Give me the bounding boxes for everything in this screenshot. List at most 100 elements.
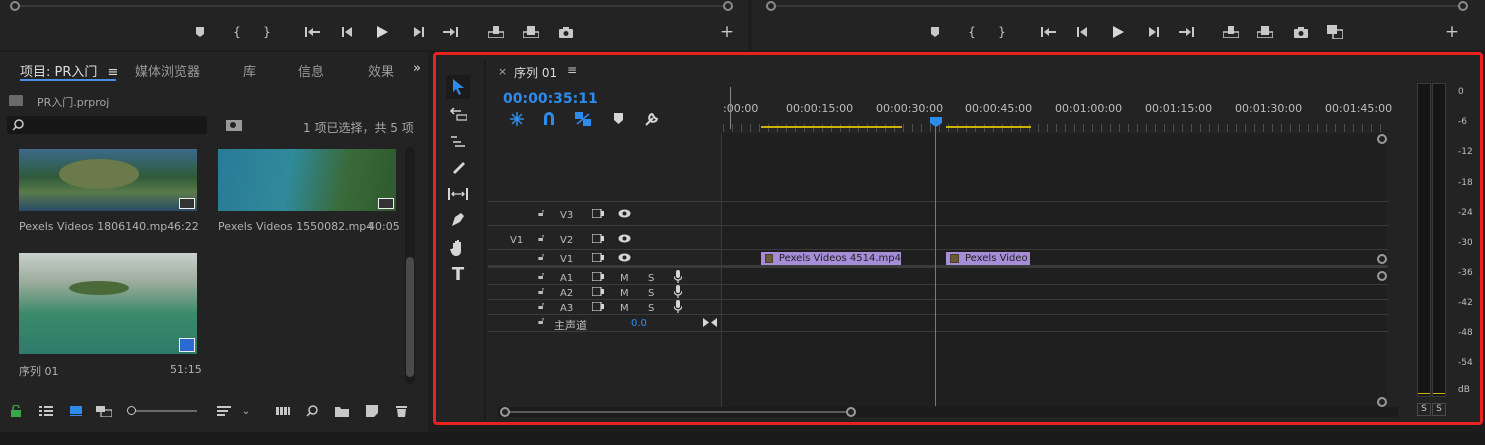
track-lock-icon[interactable]: 🔓︎	[538, 286, 544, 297]
meter-solo-left-button[interactable]: S	[1417, 403, 1431, 416]
track-lock-icon[interactable]: 🔓︎	[538, 271, 544, 282]
track-lock-icon[interactable]: 🔓︎	[538, 208, 544, 219]
sync-lock-icon[interactable]	[591, 286, 604, 299]
video-scroll-bottom-handle[interactable]	[1377, 254, 1387, 264]
toggle-output-eye-icon[interactable]	[618, 209, 631, 221]
toggle-output-eye-icon[interactable]	[618, 253, 631, 265]
find-icon[interactable]	[304, 404, 320, 418]
sync-lock-icon[interactable]	[591, 252, 604, 265]
step-back-icon[interactable]	[338, 22, 358, 42]
chevron-down-icon[interactable]: ⌄	[238, 404, 254, 418]
play-icon[interactable]	[1108, 22, 1128, 42]
add-marker-icon[interactable]	[190, 22, 210, 42]
toggle-output-eye-icon[interactable]	[618, 234, 631, 246]
play-icon[interactable]	[372, 22, 392, 42]
sync-lock-icon[interactable]	[591, 301, 604, 314]
track-area[interactable]	[722, 133, 1387, 407]
camera-icon[interactable]	[1291, 22, 1311, 42]
type-tool-icon[interactable]: T	[446, 262, 470, 286]
solo-button[interactable]: S	[648, 273, 654, 284]
mark-out-icon[interactable]: }	[257, 22, 277, 42]
selection-tool-icon[interactable]	[446, 75, 470, 99]
pen-tool-icon[interactable]	[446, 208, 470, 232]
panel-menu-icon[interactable]: ≡	[108, 65, 119, 80]
comparison-view-icon[interactable]	[1325, 22, 1345, 42]
trash-icon[interactable]	[393, 404, 409, 418]
scrollbar-thumb[interactable]	[504, 411, 854, 413]
new-item-icon[interactable]	[364, 404, 380, 418]
go-to-out-icon[interactable]	[441, 22, 461, 42]
add-marker-icon[interactable]	[614, 113, 623, 127]
timeline-settings-wrench-icon[interactable]	[645, 112, 659, 129]
source-scrub-start-handle[interactable]	[10, 1, 20, 11]
track-name[interactable]: A1	[560, 273, 573, 284]
go-to-next-edit-icon[interactable]	[703, 318, 717, 330]
zoom-scroll-left-handle[interactable]	[500, 407, 510, 417]
tab-effects[interactable]: 效果	[368, 61, 394, 80]
mute-button[interactable]: M	[620, 303, 629, 314]
add-marker-icon[interactable]	[925, 22, 945, 42]
playhead-line[interactable]	[935, 125, 936, 406]
automate-to-sequence-icon[interactable]	[275, 404, 291, 418]
source-patch-label[interactable]: V1	[510, 235, 523, 246]
meter-solo-right-button[interactable]: S	[1432, 403, 1446, 416]
go-to-in-icon[interactable]	[303, 22, 323, 42]
program-scrub-start-handle[interactable]	[766, 1, 776, 11]
tab-libraries[interactable]: 库	[243, 61, 256, 80]
tab-overflow-icon[interactable]: »	[413, 61, 421, 76]
program-scrub-end-handle[interactable]	[1458, 1, 1468, 11]
sync-lock-icon[interactable]	[591, 271, 604, 284]
track-lock-icon[interactable]: 🔓︎	[538, 233, 544, 244]
step-forward-icon[interactable]	[408, 22, 428, 42]
track-name[interactable]: A3	[560, 303, 573, 314]
add-button-icon[interactable]: +	[1442, 22, 1462, 42]
tab-media-browser[interactable]: 媒体浏览器	[135, 61, 200, 80]
audio-scroll-top-handle[interactable]	[1377, 271, 1387, 281]
track-lock-icon[interactable]: 🔓︎	[538, 316, 544, 327]
source-scrub-end-handle[interactable]	[723, 1, 733, 11]
master-volume-value[interactable]: 0.0	[631, 318, 647, 329]
slip-tool-icon[interactable]	[446, 182, 470, 206]
add-button-icon[interactable]: +	[717, 22, 737, 42]
linked-selection-icon[interactable]	[575, 112, 591, 129]
clip-thumbnail-1806140[interactable]	[19, 149, 197, 211]
hand-tool-icon[interactable]	[446, 235, 470, 259]
extract-icon[interactable]	[1255, 22, 1275, 42]
voice-over-mic-icon[interactable]	[673, 300, 683, 316]
mark-in-icon[interactable]: {	[962, 22, 982, 42]
lock-icon[interactable]	[8, 404, 24, 418]
camera-icon[interactable]	[556, 22, 576, 42]
track-name[interactable]: V2	[560, 235, 573, 246]
tab-project[interactable]: 项目: PR入门 ≡	[20, 61, 118, 80]
list-view-icon[interactable]	[38, 404, 54, 418]
step-forward-icon[interactable]	[1143, 22, 1163, 42]
video-clip[interactable]: Pexels Video	[946, 252, 1030, 265]
track-name[interactable]: A2	[560, 288, 573, 299]
video-scroll-top-handle[interactable]	[1377, 134, 1387, 144]
nest-sequence-icon[interactable]	[510, 112, 524, 129]
mute-button[interactable]: M	[620, 288, 629, 299]
work-area-bar[interactable]	[761, 126, 902, 128]
video-clip[interactable]: Pexels Videos 4514.mp4	[761, 252, 901, 265]
voice-over-mic-icon[interactable]	[673, 285, 683, 301]
sequence-tab-title[interactable]: 序列 01	[514, 64, 557, 81]
solo-button[interactable]: S	[648, 303, 654, 314]
mute-button[interactable]: M	[620, 273, 629, 284]
clip-thumbnail-1550082[interactable]	[218, 149, 396, 211]
zoom-slider[interactable]	[127, 406, 197, 416]
go-to-out-icon[interactable]	[1177, 22, 1197, 42]
program-scrubber[interactable]	[770, 5, 1462, 7]
close-sequence-icon[interactable]: ×	[498, 65, 507, 78]
sort-icons-icon[interactable]	[216, 404, 232, 418]
tab-info[interactable]: 信息	[298, 61, 324, 80]
track-name[interactable]: V1	[560, 254, 573, 265]
project-vertical-scrollbar[interactable]	[405, 147, 415, 384]
zoom-scroll-right-handle[interactable]	[846, 407, 856, 417]
solo-button[interactable]: S	[648, 288, 654, 299]
sync-lock-icon[interactable]	[591, 233, 604, 246]
timeline-horizontal-scrollbar[interactable]	[498, 407, 1398, 417]
icon-view-icon[interactable]	[68, 404, 84, 418]
sequence-thumbnail[interactable]	[19, 253, 197, 354]
snap-icon[interactable]	[542, 111, 556, 128]
go-to-in-icon[interactable]	[1039, 22, 1059, 42]
